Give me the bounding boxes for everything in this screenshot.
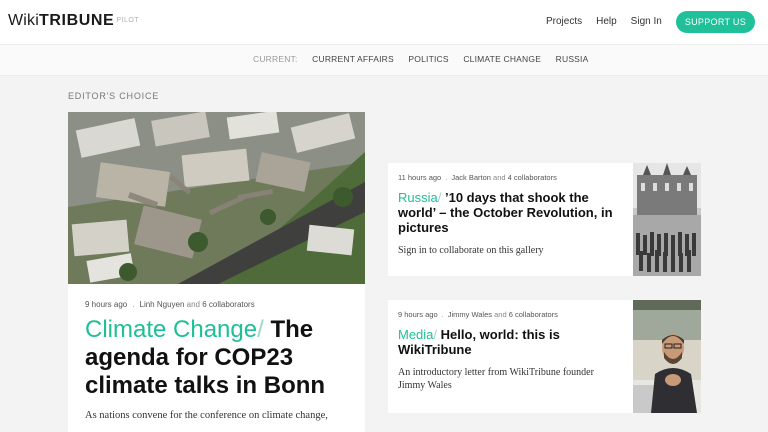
article-card-excerpt: Sign in to collaborate on this gallery (398, 245, 544, 256)
nav-projects-link[interactable]: Projects (546, 11, 582, 33)
category-politics[interactable]: POLITICS (408, 54, 448, 64)
current-categories: CURRENT: CURRENT AFFAIRS POLITICS CLIMAT… (253, 54, 601, 64)
meta-separator: . (445, 173, 448, 182)
logo-wiki-text: Wiki (8, 12, 40, 29)
featured-article-time: 9 hours ago (85, 300, 128, 309)
category-slash: / (433, 327, 438, 342)
article-card-time: 9 hours ago (398, 310, 438, 319)
article-card-thumbnail (633, 300, 701, 413)
main-nav: Projects Help Sign In SUPPORT US (546, 11, 755, 33)
article-card-category[interactable]: Media (398, 327, 433, 342)
nav-sign-in-link[interactable]: Sign In (631, 11, 662, 33)
article-card-author[interactable]: Jimmy Wales (448, 310, 492, 319)
wikitribune-logo[interactable]: WikiTRIBUNE PILOT (8, 12, 139, 30)
article-card-time: 11 hours ago (398, 173, 442, 182)
featured-article-card[interactable]: 9 hours ago. Linh Nguyen and 6 collaborat… (68, 112, 365, 432)
category-russia[interactable]: RUSSIA (556, 54, 589, 64)
article-card-body: 9 hours ago. Jimmy Wales and 6 collaborat… (398, 310, 623, 392)
category-current-affairs[interactable]: CURRENT AFFAIRS (312, 54, 394, 64)
featured-article-excerpt: As nations convene for the conference on… (85, 410, 328, 421)
category-climate-change[interactable]: CLIMATE CHANGE (463, 54, 541, 64)
featured-article-category[interactable]: Climate Change (85, 316, 257, 343)
meta-and: and (186, 300, 201, 309)
article-card-title[interactable]: Media/ Hello, world: this is WikiTribune (398, 327, 623, 357)
category-slash: / (437, 190, 442, 205)
article-card-collaborators[interactable]: 6 collaborators (509, 310, 558, 319)
meta-separator: . (132, 300, 135, 309)
article-card-meta: 9 hours ago. Jimmy Wales and 6 collaborat… (398, 310, 623, 319)
category-bar: CURRENT: CURRENT AFFAIRS POLITICS CLIMAT… (0, 44, 768, 76)
featured-article-image (68, 112, 365, 284)
logo-tribune-text: TRIBUNE (39, 12, 115, 29)
article-card-meta: 11 hours ago. Jack Barton and 4 collabora… (398, 173, 623, 182)
nav-help-link[interactable]: Help (596, 11, 617, 33)
meta-and: and (493, 173, 506, 182)
featured-article-meta: 9 hours ago. Linh Nguyen and 6 collaborat… (85, 300, 255, 309)
logo-pilot-badge: PILOT (116, 17, 140, 24)
current-label: CURRENT: (253, 54, 298, 64)
meta-separator: . (441, 310, 444, 319)
article-card-excerpt: An introductory letter from WikiTribune … (398, 367, 594, 391)
editors-choice-heading: EDITOR'S CHOICE (68, 91, 160, 101)
featured-article-collaborators[interactable]: 6 collaborators (202, 300, 254, 309)
featured-article-title[interactable]: Climate Change/ The agenda for COP23 cli… (85, 316, 355, 400)
featured-article-author[interactable]: Linh Nguyen (140, 300, 185, 309)
article-card-title[interactable]: Russia/ ’10 days that shook the world’ –… (398, 190, 623, 235)
article-card-author[interactable]: Jack Barton (451, 173, 491, 182)
article-card-thumbnail (633, 163, 701, 276)
article-card-collaborators[interactable]: 4 collaborators (508, 173, 557, 182)
article-card-russia[interactable]: 11 hours ago. Jack Barton and 4 collabora… (388, 163, 701, 276)
article-card-category[interactable]: Russia (398, 190, 438, 205)
article-card-media[interactable]: 9 hours ago. Jimmy Wales and 6 collaborat… (388, 300, 701, 413)
category-slash: / (257, 316, 264, 343)
meta-and: and (494, 310, 507, 319)
support-us-button[interactable]: SUPPORT US (675, 11, 755, 33)
site-header: WikiTRIBUNE PILOT Projects Help Sign In S… (0, 0, 768, 44)
article-card-body: 11 hours ago. Jack Barton and 4 collabora… (398, 173, 623, 257)
